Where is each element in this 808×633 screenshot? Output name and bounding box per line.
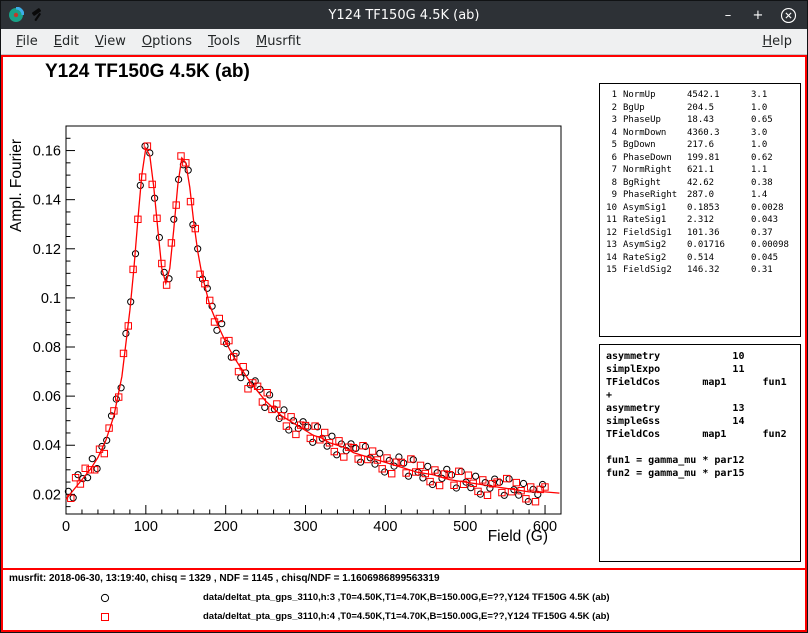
menu-item-file[interactable]: File xyxy=(9,31,45,52)
menu-item-edit[interactable]: Edit xyxy=(47,31,86,52)
x-tick-label: 100 xyxy=(134,519,158,535)
legend: data/deltat_pta_gps_3110,h:3 ,T0=4.50K,T… xyxy=(3,588,805,626)
app-window: Y124 TF150G 4.5K (ab) – + FileEditViewOp… xyxy=(0,0,808,633)
param-row: 1NormUp4542.13.1 xyxy=(604,89,796,102)
parameter-table[interactable]: 1NormUp4542.13.12BgUp204.51.03PhaseUp18.… xyxy=(599,83,801,337)
y-axis-title: Ampl. Fourier xyxy=(8,139,25,232)
y-tick-label: 0.06 xyxy=(33,389,61,405)
menu-item-help[interactable]: Help xyxy=(755,31,799,52)
legend-row: data/deltat_pta_gps_3110,h:4 ,T0=4.50K,T… xyxy=(3,607,805,626)
param-row: 15FieldSig2146.320.31 xyxy=(604,264,796,277)
menu-item-musrfit[interactable]: Musrfit xyxy=(249,31,308,52)
y-tick-label: 0.02 xyxy=(33,487,61,503)
titlebar[interactable]: Y124 TF150G 4.5K (ab) – + xyxy=(1,1,807,29)
y-tick-label: 0.16 xyxy=(33,144,61,160)
param-row: 5BgDown217.61.0 xyxy=(604,139,796,152)
param-row: 6PhaseDown199.810.62 xyxy=(604,152,796,165)
y-tick-label: 0.1 xyxy=(41,291,61,307)
x-tick-label: 200 xyxy=(214,519,238,535)
theory-line: TFieldCos map1 fun2 xyxy=(606,428,794,441)
maximize-icon[interactable]: + xyxy=(749,6,767,24)
param-row: 3PhaseUp18.430.65 xyxy=(604,114,796,127)
y-tick-label: 0.04 xyxy=(33,438,61,454)
fit-info: musrfit: 2018-06-30, 13:19:40, chisq = 1… xyxy=(9,573,440,584)
y-tick-label: 0.12 xyxy=(33,242,61,258)
legend-label: data/deltat_pta_gps_3110,h:4 ,T0=4.50K,T… xyxy=(203,611,610,622)
x-tick-label: 0 xyxy=(62,519,70,535)
y-tick-label: 0.08 xyxy=(33,340,61,356)
param-row: 8BgRight42.620.38 xyxy=(604,177,796,190)
param-row: 7NormRight621.11.1 xyxy=(604,164,796,177)
plot-title: Y124 TF150G 4.5K (ab) xyxy=(45,61,250,83)
menubar: FileEditViewOptionsToolsMusrfit Help xyxy=(1,29,807,55)
param-row: 12FieldSig1101.360.37 xyxy=(604,227,796,240)
plot-frame xyxy=(66,126,561,514)
theory-line: asymmetry 13 xyxy=(606,402,794,415)
series-data-h-3 xyxy=(65,143,545,505)
param-row: 9PhaseRight287.01.4 xyxy=(604,189,796,202)
theory-line: simplExpo 11 xyxy=(606,363,794,376)
root-canvas[interactable]: Y124 TF150G 4.5K (ab) 010020030040050060… xyxy=(1,55,807,632)
app-icon xyxy=(8,7,24,23)
theory-line: fun1 = gamma_mu * par12 xyxy=(606,454,794,467)
menu-item-options[interactable]: Options xyxy=(135,31,199,52)
window-title: Y124 TF150G 4.5K (ab) xyxy=(1,8,807,23)
menu-item-tools[interactable]: Tools xyxy=(201,31,247,52)
param-row: 13AsymSig20.017160.00098 xyxy=(604,239,796,252)
param-row: 2BgUp204.51.0 xyxy=(604,102,796,115)
x-tick-label: 400 xyxy=(373,519,397,535)
y-tick-label: 0.14 xyxy=(33,193,61,209)
close-icon[interactable] xyxy=(779,6,797,24)
theory-line xyxy=(606,441,794,454)
hammer-icon xyxy=(30,8,45,23)
theory-line: + xyxy=(606,389,794,402)
axes: 01002003004005006000.020.040.060.080.10.… xyxy=(8,126,561,545)
x-axis-title: Field (G) xyxy=(488,528,548,545)
legend-label: data/deltat_pta_gps_3110,h:3 ,T0=4.50K,T… xyxy=(203,592,610,603)
param-row: 10AsymSig10.18530.0028 xyxy=(604,202,796,215)
menu-item-view[interactable]: View xyxy=(88,31,133,52)
minimize-icon[interactable]: – xyxy=(719,6,737,24)
pad-divider xyxy=(3,568,805,570)
circle-marker-icon xyxy=(99,592,111,604)
fit-line xyxy=(66,148,559,499)
param-row: 11RateSig12.3120.043 xyxy=(604,214,796,227)
param-row: 4NormDown4360.33.0 xyxy=(604,127,796,140)
legend-row: data/deltat_pta_gps_3110,h:3 ,T0=4.50K,T… xyxy=(3,588,805,607)
param-row: 14RateSig20.5140.045 xyxy=(604,252,796,265)
theory-line: asymmetry 10 xyxy=(606,350,794,363)
x-tick-label: 500 xyxy=(453,519,477,535)
theory-line: fun2 = gamma_mu * par15 xyxy=(606,467,794,480)
square-marker-icon xyxy=(99,611,111,623)
theory-line: simpleGss 14 xyxy=(606,415,794,428)
plot-svg[interactable]: 01002003004005006000.020.040.060.080.10.… xyxy=(3,57,601,565)
x-tick-label: 300 xyxy=(293,519,317,535)
theory-block[interactable]: asymmetry 10simplExpo 11TFieldCos map1 f… xyxy=(599,344,801,562)
theory-line: TFieldCos map1 fun1 xyxy=(606,376,794,389)
